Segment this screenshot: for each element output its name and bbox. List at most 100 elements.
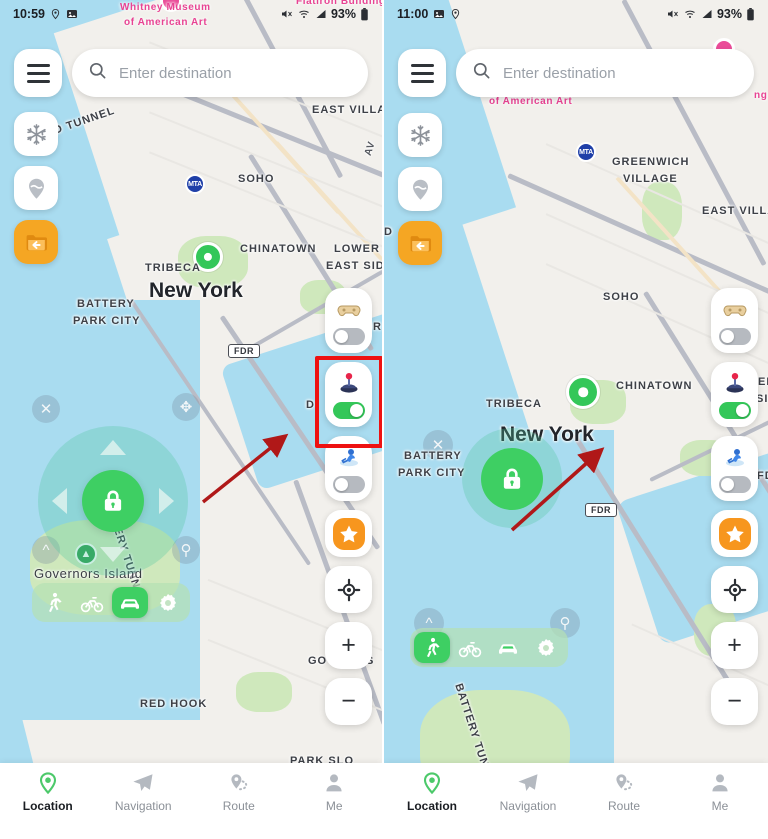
snowflake-button[interactable] — [14, 112, 58, 156]
skate-toggle-switch[interactable] — [718, 476, 751, 493]
travel-mode-walk[interactable] — [36, 587, 72, 618]
fdr-road-badge: FDR — [585, 503, 617, 517]
travel-mode-car[interactable] — [490, 632, 526, 663]
snowflake-icon — [26, 123, 46, 145]
location-pin-button[interactable] — [14, 166, 58, 210]
status-time: 11:00 — [397, 7, 429, 21]
battery-percent: 93% — [330, 7, 356, 21]
snowflake-icon — [410, 124, 430, 146]
car-icon — [121, 598, 139, 609]
map-pin-icon — [28, 178, 44, 199]
ghost-marker-move[interactable]: ✥ — [172, 393, 200, 421]
skate-toggle-switch[interactable] — [332, 476, 365, 493]
poi-mta-station[interactable]: MTA — [185, 174, 205, 194]
bottom-nav-location[interactable]: Location — [384, 771, 480, 813]
skate-icon — [339, 448, 358, 466]
travel-mode-settings[interactable] — [528, 632, 564, 663]
gamepad-icon-wrap — [334, 295, 364, 322]
lock-icon — [104, 490, 122, 511]
bike-icon — [458, 641, 482, 657]
snowflake-button[interactable] — [398, 113, 442, 157]
skate-icon — [725, 448, 744, 466]
joystick-arrow-right-icon[interactable] — [159, 488, 174, 514]
search-row: Enter destination — [398, 49, 754, 97]
joystick-arrow-left-icon[interactable] — [52, 488, 67, 514]
joystick-toggle[interactable] — [711, 362, 758, 427]
favorites-button[interactable] — [711, 510, 758, 557]
recenter-button[interactable] — [325, 566, 372, 613]
zoom-out-button[interactable]: − — [711, 678, 758, 725]
map-pin-icon — [412, 179, 428, 200]
bottom-nav-me[interactable]: Me — [672, 771, 768, 813]
hamburger-menu-button[interactable] — [398, 49, 446, 97]
bottom-nav-route[interactable]: Route — [191, 771, 287, 813]
joystick-toggle[interactable] — [325, 362, 372, 427]
travel-mode-settings[interactable] — [150, 587, 186, 618]
phone-screen-left: MTA ▲ ✕ ✥ ^ ⚲ FDR Whitney Museum of Ameri… — [0, 0, 384, 839]
gamepad-toggle[interactable] — [711, 288, 758, 353]
zoom-out-button[interactable]: − — [325, 678, 372, 725]
hamburger-menu-icon — [410, 63, 434, 67]
zoom-in-button[interactable]: + — [325, 622, 372, 669]
recenter-button[interactable] — [711, 566, 758, 613]
status-bar: 11:00 93% — [384, 0, 768, 28]
travel-mode-bike[interactable] — [74, 587, 110, 618]
bottom-nav-me[interactable]: Me — [287, 771, 383, 813]
folder-import-button[interactable] — [14, 220, 58, 264]
joystick-icon — [340, 372, 357, 393]
signal-icon — [315, 8, 327, 20]
travel-mode-walk[interactable] — [414, 632, 450, 663]
folder-import-button[interactable] — [398, 221, 442, 265]
lock-marker[interactable] — [481, 448, 543, 510]
status-bar: 10:59 93% — [0, 0, 382, 28]
bottom-nav-navigation[interactable]: Navigation — [96, 771, 192, 813]
ghost-marker-close[interactable]: ✕ — [32, 395, 60, 423]
joystick-control[interactable] — [38, 426, 188, 576]
bottom-nav-label: Route — [607, 799, 641, 813]
pin-icon — [39, 772, 56, 795]
zoom-in-button[interactable]: + — [711, 622, 758, 669]
search-input[interactable]: Enter destination — [72, 49, 368, 97]
favorites-button[interactable] — [325, 510, 372, 557]
travel-mode-bike[interactable] — [452, 632, 488, 663]
poi-mta-station[interactable]: MTA — [576, 142, 596, 162]
travel-mode-bar[interactable] — [410, 628, 568, 667]
skate-toggle[interactable] — [325, 436, 372, 501]
joystick-lock-button[interactable] — [82, 470, 144, 532]
mute-icon — [280, 8, 293, 20]
travel-mode-car[interactable] — [112, 587, 148, 618]
image-icon — [433, 8, 445, 20]
ghost-marker-close[interactable]: ✕ — [423, 430, 453, 460]
right-tool-stack: + − — [711, 288, 758, 725]
joystick-arrow-down-icon[interactable] — [100, 547, 126, 562]
bottom-nav-navigation[interactable]: Navigation — [480, 771, 576, 813]
image-icon — [66, 8, 78, 20]
bottom-nav-label: Me — [711, 799, 729, 813]
search-row: Enter destination — [14, 49, 368, 97]
folder-arrow-icon — [26, 234, 47, 250]
search-input[interactable]: Enter destination — [456, 49, 754, 97]
gamepad-toggle-switch[interactable] — [718, 328, 751, 345]
toggle-knob — [720, 478, 734, 491]
toggle-knob — [720, 330, 734, 343]
bottom-navigation: Location Navigation Route Me — [384, 763, 768, 839]
star-icon — [725, 525, 744, 542]
folder-arrow-icon — [410, 235, 431, 251]
hamburger-menu-icon — [26, 63, 50, 67]
bottom-nav-route[interactable]: Route — [576, 771, 672, 813]
gamepad-icon — [723, 305, 746, 316]
bottom-nav-location[interactable]: Location — [0, 771, 96, 813]
gamepad-toggle-switch[interactable] — [332, 328, 365, 345]
joystick-toggle-switch[interactable] — [718, 402, 751, 419]
gamepad-toggle[interactable] — [325, 288, 372, 353]
skate-toggle[interactable] — [711, 436, 758, 501]
star-badge — [332, 517, 365, 550]
joystick-arrow-up-icon[interactable] — [100, 440, 126, 455]
travel-mode-bar[interactable] — [32, 583, 190, 622]
location-pin-button[interactable] — [398, 167, 442, 211]
lock-icon — [503, 468, 521, 489]
poi-marker-newyork[interactable] — [566, 375, 600, 409]
joystick-toggle-switch[interactable] — [332, 402, 365, 419]
poi-marker-newyork[interactable] — [193, 242, 223, 272]
hamburger-menu-button[interactable] — [14, 49, 62, 97]
